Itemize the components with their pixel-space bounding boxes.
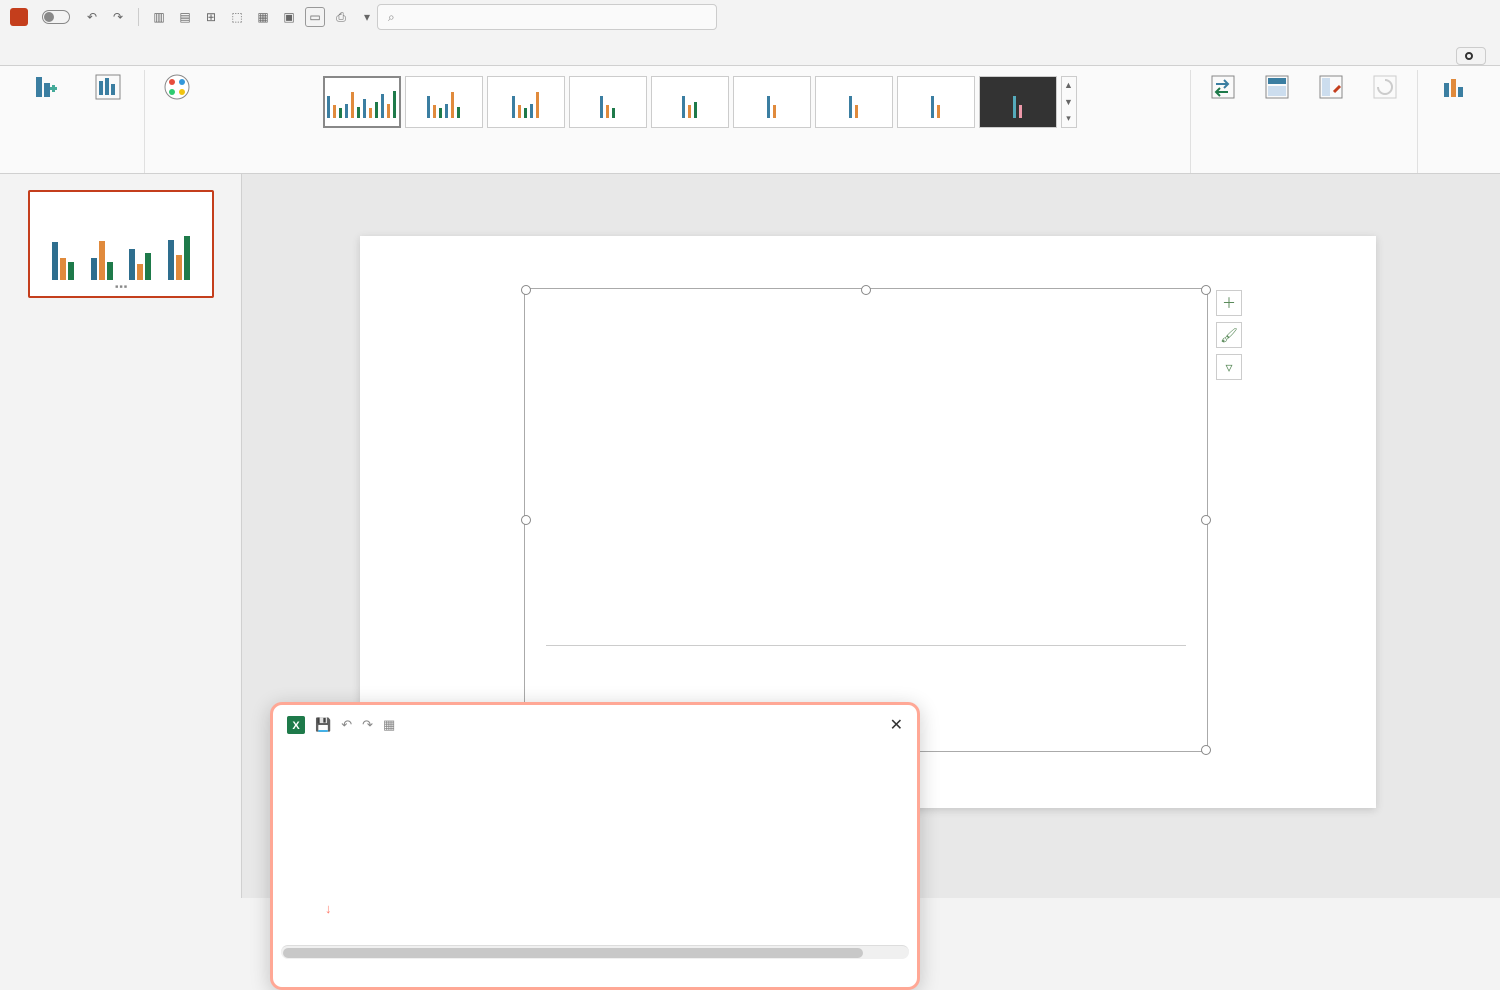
main-area: ■ ■ ■ ＋ 🖌 (0, 174, 1500, 898)
save-icon[interactable]: 💾 (315, 717, 331, 733)
chart-filter-button[interactable]: ▿ (1216, 354, 1242, 380)
chart-object[interactable]: ＋ 🖌 ▿ (526, 290, 1206, 750)
ribbon-group-color (145, 70, 209, 173)
refresh-data-button (1361, 70, 1409, 106)
change-color-button[interactable] (153, 70, 201, 106)
resize-handle[interactable] (1201, 745, 1211, 755)
add-chart-element-button[interactable] (18, 70, 74, 106)
style-thumb-8[interactable] (897, 76, 975, 128)
app-icon (10, 8, 28, 26)
style-thumb-1[interactable] (323, 76, 401, 128)
svg-text:X: X (292, 720, 300, 732)
resize-handle[interactable] (1201, 515, 1211, 525)
excel-icon: X (287, 716, 305, 734)
quick-access-toolbar: ↶ ↷ ▥ ▤ ⊞ ⬚ ▦ ▣ ▭ ⎙ ▾ (82, 7, 377, 27)
select-data-icon (1262, 72, 1292, 102)
toggle-icon (42, 10, 70, 24)
chart-plot-area[interactable] (546, 306, 1186, 646)
undo-icon[interactable]: ↶ (341, 717, 352, 733)
ribbon-group-type (1418, 70, 1490, 173)
redo-icon[interactable]: ↷ (362, 717, 373, 733)
horizontal-scrollbar[interactable] (281, 945, 909, 959)
qat-btn-7[interactable]: ▭ (305, 7, 325, 27)
slide-number (10, 190, 22, 298)
chart-style-gallery[interactable]: ▲▼▾ (323, 76, 1077, 128)
undo-icon[interactable]: ↶ (82, 7, 102, 27)
ribbon-group-styles: ▲▼▾ (209, 70, 1191, 173)
refresh-icon (1370, 72, 1400, 102)
add-element-icon (31, 72, 61, 102)
ribbon-tabs (0, 34, 1500, 66)
resize-handle[interactable] (521, 285, 531, 295)
slide-thumbnails-panel: ■ ■ ■ (0, 174, 242, 898)
chart-plus-button[interactable]: ＋ (1216, 290, 1242, 316)
qat-btn-8[interactable]: ⎙ (331, 7, 351, 27)
slide-canvas[interactable]: ＋ 🖌 ▿ X 💾 ↶ ↷ ▦ ✕ ↓ (242, 174, 1500, 898)
slide-thumbnail-1[interactable]: ■ ■ ■ (28, 190, 214, 298)
change-chart-type-button[interactable] (1426, 70, 1482, 106)
swap-icon (1208, 72, 1238, 102)
quick-layout-icon (93, 72, 123, 102)
style-thumb-6[interactable] (733, 76, 811, 128)
resize-handle[interactable] (521, 515, 531, 525)
qat-btn-2[interactable]: ▤ (175, 7, 195, 27)
style-thumb-5[interactable] (651, 76, 729, 128)
autosave-toggle[interactable] (38, 10, 74, 24)
qat-btn-9[interactable]: ▾ (357, 7, 377, 27)
record-button[interactable] (1456, 47, 1486, 65)
qat-btn-3[interactable]: ⊞ (201, 7, 221, 27)
gallery-more-button[interactable]: ▲▼▾ (1061, 76, 1077, 128)
chart-data-editor[interactable]: X 💾 ↶ ↷ ▦ ✕ ↓ (270, 702, 920, 990)
close-button[interactable]: ✕ (890, 715, 903, 735)
select-data-button[interactable] (1253, 70, 1301, 106)
search-icon: ⌕ (388, 10, 395, 25)
qat-btn-5[interactable]: ▦ (253, 7, 273, 27)
style-thumb-4[interactable] (569, 76, 647, 128)
chart-brush-button[interactable]: 🖌 (1216, 322, 1242, 348)
qat-btn-1[interactable]: ▥ (149, 7, 169, 27)
table-icon[interactable]: ▦ (383, 717, 395, 733)
resize-handle[interactable] (1201, 285, 1211, 295)
ribbon-group-data (1191, 70, 1418, 173)
style-thumb-9[interactable] (979, 76, 1057, 128)
title-bar: ↶ ↷ ▥ ▤ ⊞ ⬚ ▦ ▣ ▭ ⎙ ▾ ⌕ (0, 0, 1500, 34)
swap-row-col-button[interactable] (1199, 70, 1247, 106)
style-thumb-2[interactable] (405, 76, 483, 128)
search-input[interactable]: ⌕ (377, 4, 717, 30)
chart-context-buttons: ＋ 🖌 ▿ (1216, 290, 1242, 380)
record-icon (1465, 52, 1473, 60)
edit-data-button[interactable] (1307, 70, 1355, 106)
qat-btn-6[interactable]: ▣ (279, 7, 299, 27)
excel-titlebar: X 💾 ↶ ↷ ▦ ✕ (273, 705, 917, 745)
change-type-icon (1439, 72, 1469, 102)
style-thumb-7[interactable] (815, 76, 893, 128)
edit-data-icon (1316, 72, 1346, 102)
resize-handle[interactable] (861, 285, 871, 295)
ribbon: ▲▼▾ (0, 66, 1500, 174)
palette-icon (162, 72, 192, 102)
quick-layout-button[interactable] (80, 70, 136, 106)
redo-icon[interactable]: ↷ (108, 7, 128, 27)
qat-btn-4[interactable]: ⬚ (227, 7, 247, 27)
style-thumb-3[interactable] (487, 76, 565, 128)
ribbon-group-layout (10, 70, 145, 173)
category-annotation: ↓ (325, 901, 332, 916)
